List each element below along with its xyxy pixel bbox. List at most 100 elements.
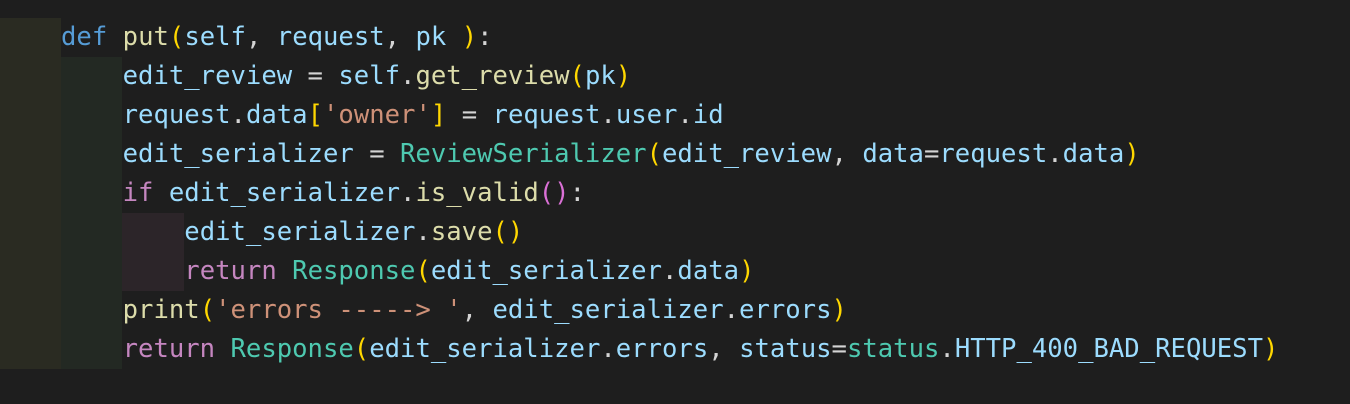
code-token: . <box>939 334 955 364</box>
code-line[interactable]: edit_serializer.save() <box>61 213 523 252</box>
code-token: save <box>430 217 493 247</box>
code-token: data <box>677 256 740 286</box>
code-token: edit_review <box>661 139 832 169</box>
code-token: . <box>600 334 616 364</box>
code-token: ( <box>646 139 662 169</box>
code-token: () <box>492 217 524 247</box>
code-token: if <box>122 178 154 208</box>
code-token: self <box>184 22 246 52</box>
code-token: def <box>61 22 108 52</box>
code-token: ( <box>353 334 370 364</box>
code-token: . <box>662 256 678 286</box>
code-token: ) <box>615 61 632 91</box>
code-token: return <box>122 334 216 364</box>
code-token: = <box>292 61 339 91</box>
code-token: ( <box>199 295 216 325</box>
code-token: user <box>615 100 678 130</box>
code-line[interactable]: edit_serializer = ReviewSerializer(edit_… <box>61 135 1140 174</box>
code-editor[interactable]: def put(self, request, pk ): edit_review… <box>0 0 1350 404</box>
code-token: ( <box>569 61 585 91</box>
code-line[interactable]: request.data['owner'] = request.user.id <box>61 96 724 135</box>
code-line[interactable]: if edit_serializer.is_valid(): <box>61 174 585 213</box>
code-token: ) <box>461 22 478 52</box>
code-token: ( <box>168 22 185 52</box>
code-token: , <box>831 139 863 169</box>
code-token: errors <box>739 295 832 325</box>
code-token: ReviewSerializer <box>400 139 647 169</box>
code-line[interactable]: return Response(edit_serializer.errors, … <box>61 330 1279 369</box>
code-line[interactable]: edit_review = self.get_review(pk) <box>61 57 632 96</box>
code-token: errors <box>615 334 709 364</box>
code-token: ] <box>430 100 447 130</box>
code-token: = <box>446 100 493 130</box>
code-token: Response <box>292 256 416 286</box>
code-token: ) <box>831 295 847 325</box>
code-token: = <box>353 139 401 169</box>
code-token: . <box>230 100 246 130</box>
code-token: request <box>276 22 385 52</box>
code-token: : <box>569 178 585 208</box>
code-token: data <box>1062 139 1125 169</box>
code-token: edit_serializer <box>430 256 662 286</box>
code-token: = <box>923 139 940 169</box>
code-line[interactable]: return Response(edit_serializer.data) <box>61 252 754 291</box>
code-token: 'owner' <box>323 100 431 130</box>
code-token: , <box>461 295 493 325</box>
code-token: edit_serializer <box>492 295 724 325</box>
code-token: ) <box>739 256 755 286</box>
code-token: request <box>492 100 601 130</box>
code-token: self <box>338 61 401 91</box>
code-token: is_valid <box>415 178 539 208</box>
code-token: id <box>692 100 724 130</box>
code-token: . <box>415 217 431 247</box>
code-token: status <box>846 334 940 364</box>
indent-guide-level-0 <box>0 18 61 369</box>
code-token: put <box>122 22 169 52</box>
code-token: data <box>862 139 924 169</box>
code-token: . <box>600 100 616 130</box>
code-token: HTTP_400_BAD_REQUEST <box>954 334 1263 364</box>
code-token: . <box>400 178 416 208</box>
code-token: . <box>723 295 740 325</box>
code-line[interactable]: def put(self, request, pk ): <box>61 18 493 57</box>
code-token: , <box>708 334 740 364</box>
code-token: data <box>245 100 308 130</box>
code-token: edit_serializer <box>184 217 416 247</box>
code-token: ) <box>1124 139 1140 169</box>
code-token: pk <box>584 61 616 91</box>
code-token: request <box>939 139 1048 169</box>
code-token: : <box>477 22 493 52</box>
code-token: ) <box>1263 334 1279 364</box>
code-token: print <box>122 295 200 325</box>
code-token: . <box>1047 139 1063 169</box>
code-token: request <box>122 100 231 130</box>
code-token: edit_serializer <box>122 139 354 169</box>
code-token: , <box>245 22 277 52</box>
code-token: , <box>384 22 416 52</box>
code-token: () <box>538 178 570 208</box>
code-token: edit_serializer <box>168 178 401 208</box>
code-token: . <box>400 61 416 91</box>
code-token: edit_serializer <box>369 334 601 364</box>
code-token: = <box>831 334 847 364</box>
code-token: Response <box>230 334 354 364</box>
code-token: . <box>677 100 693 130</box>
code-token: ( <box>415 256 431 286</box>
code-token: edit_review <box>122 61 293 91</box>
code-line[interactable]: print('errors -----> ', edit_serializer.… <box>61 291 847 330</box>
code-token: status <box>739 334 832 364</box>
code-token: return <box>184 256 277 286</box>
code-token: [ <box>307 100 323 130</box>
